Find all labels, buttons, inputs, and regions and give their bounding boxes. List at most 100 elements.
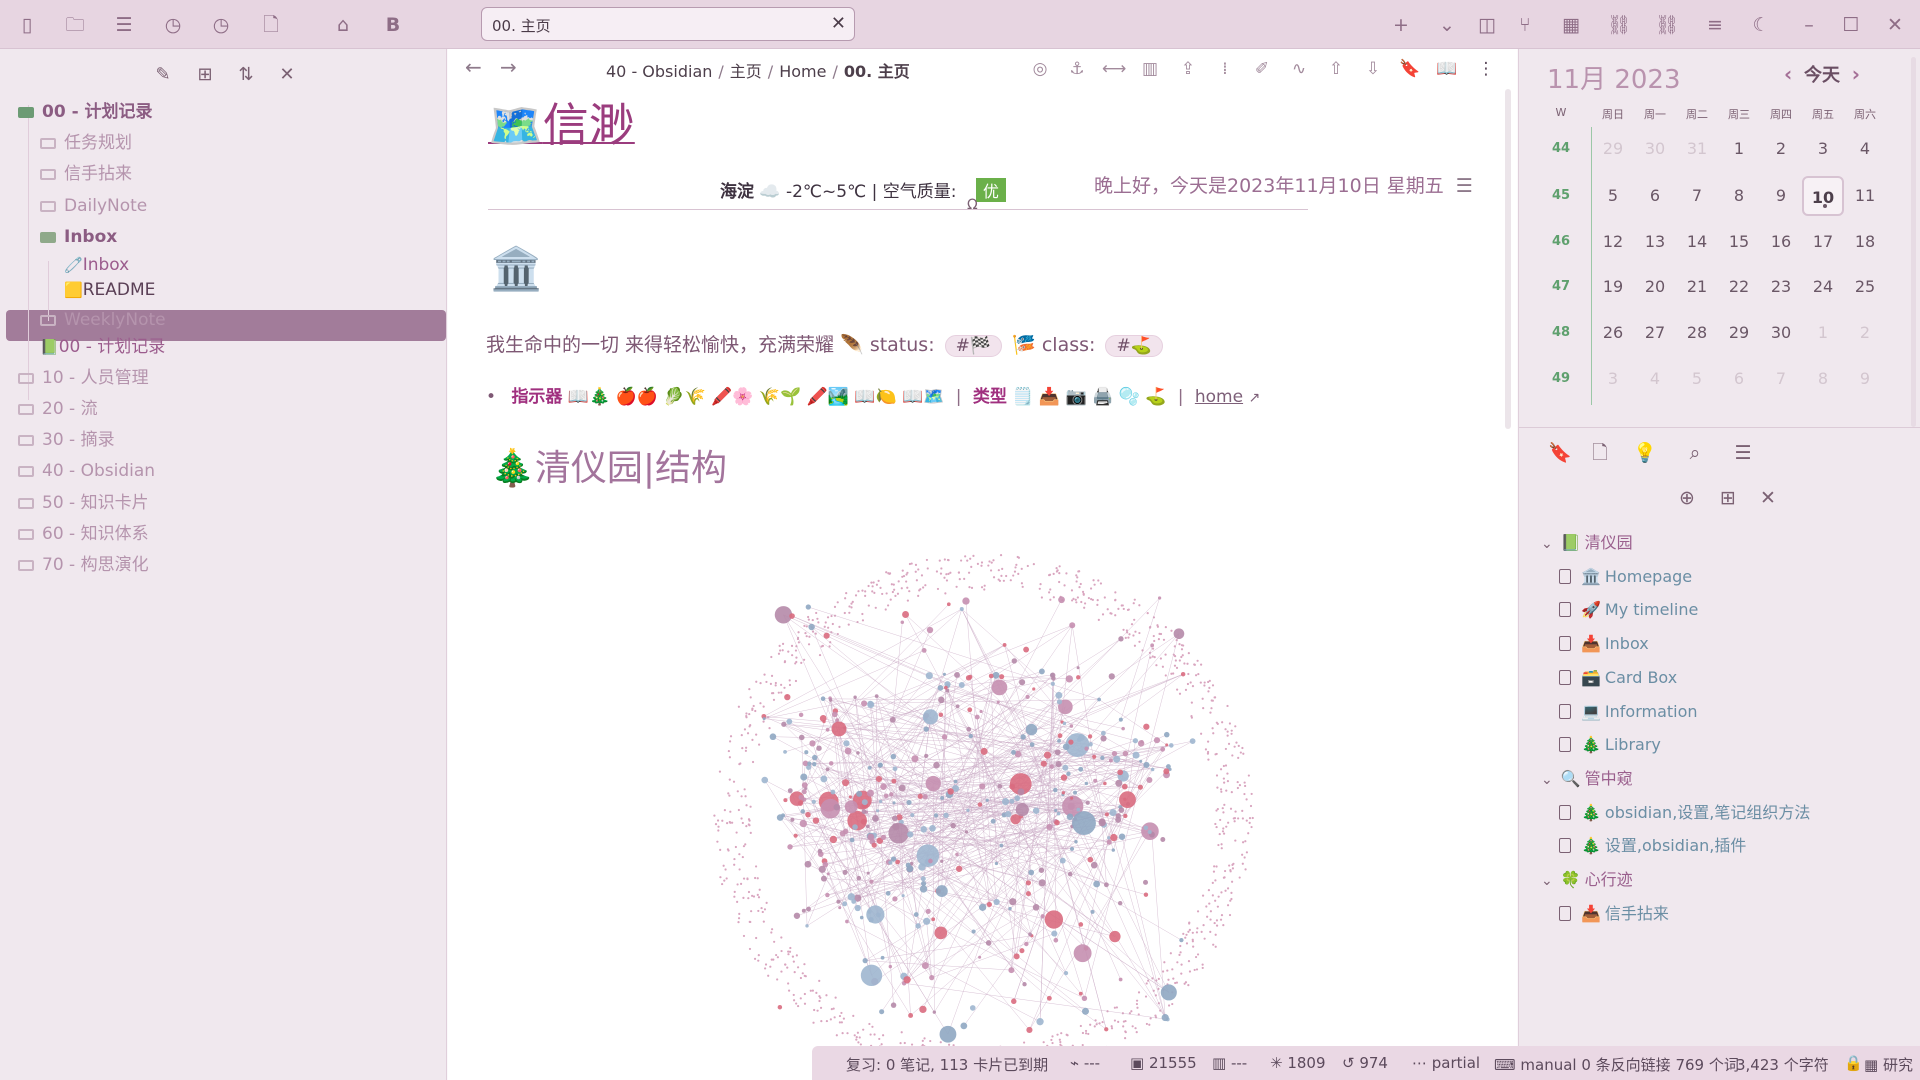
graph-node[interactable] — [1115, 816, 1122, 823]
status-item[interactable]: ↺ 974 — [1342, 1054, 1388, 1072]
breadcrumb-item[interactable]: Home — [779, 62, 826, 81]
graph-node[interactable] — [880, 955, 885, 960]
graph-node[interactable] — [776, 814, 784, 821]
bookmark-item[interactable]: 🎄 设置,obsidian,插件 — [1559, 832, 1746, 860]
graph-node[interactable] — [934, 926, 948, 940]
graph-node[interactable] — [801, 782, 808, 788]
graph-node[interactable] — [851, 899, 857, 904]
graph-node[interactable] — [903, 976, 911, 984]
graph-node[interactable] — [820, 775, 828, 783]
graph-node[interactable] — [1013, 953, 1020, 960]
graph-node[interactable] — [967, 674, 973, 680]
graph-node[interactable] — [842, 869, 848, 875]
folder-icon[interactable]: 🗀 — [62, 12, 88, 38]
calendar-today[interactable]: 10 — [1802, 176, 1844, 216]
moon-icon[interactable]: ☾ — [1748, 12, 1774, 38]
graph-node[interactable] — [1073, 790, 1078, 795]
graph-node[interactable] — [1032, 687, 1036, 691]
graph-node[interactable] — [876, 809, 880, 813]
pen-icon[interactable]: ✐ — [1251, 58, 1273, 80]
graph-node[interactable] — [1108, 758, 1113, 763]
graph-node[interactable] — [1059, 857, 1066, 864]
graph-node[interactable] — [854, 904, 861, 912]
graph-node[interactable] — [1180, 671, 1186, 677]
bookmark-group[interactable]: ⌄ 📗 清仪园 — [1541, 529, 1633, 557]
graph-node[interactable] — [1111, 751, 1118, 757]
graph-node[interactable] — [1143, 892, 1149, 897]
graph-node[interactable] — [993, 898, 1000, 906]
graph-node[interactable] — [853, 695, 857, 699]
calendar-day[interactable]: 3 — [1592, 359, 1634, 399]
graph-node[interactable] — [943, 812, 949, 819]
graph-node[interactable] — [907, 831, 914, 838]
lightbulb-icon[interactable]: 💡 — [1632, 440, 1658, 466]
graph-node[interactable] — [852, 824, 858, 830]
graph-node[interactable] — [1065, 733, 1090, 758]
bold-b-icon[interactable]: B — [380, 12, 406, 38]
calendar-day[interactable]: 16 — [1760, 222, 1802, 262]
maximize-icon[interactable]: ☐ — [1838, 12, 1864, 38]
graph-node[interactable] — [1150, 643, 1155, 648]
graph-node[interactable] — [787, 788, 793, 794]
graph-node[interactable] — [985, 940, 992, 946]
right-sidebar-icon[interactable]: ◫ — [1474, 12, 1500, 38]
calendar-day[interactable]: 12 — [1592, 222, 1634, 262]
graph-node[interactable] — [784, 693, 791, 701]
graph-node[interactable] — [793, 912, 801, 919]
calendar-day[interactable]: 6 — [1718, 359, 1760, 399]
tree-file[interactable]: 📗00 - 计划记录 — [40, 332, 165, 362]
graph-node[interactable] — [1050, 681, 1055, 686]
graph-node[interactable] — [946, 602, 951, 607]
calendar-day[interactable]: 30 — [1760, 313, 1802, 353]
graph-node[interactable] — [789, 613, 795, 619]
graph-node[interactable] — [900, 620, 905, 624]
chevron-left-icon[interactable]: ‹ — [1784, 62, 1792, 86]
outline-icon[interactable]: ☰ — [1456, 175, 1473, 197]
graph-node[interactable] — [924, 753, 929, 758]
graph-node[interactable] — [1057, 733, 1063, 739]
review-status[interactable]: 复习: 0 笔记, 113 卡片已到期 — [846, 1054, 1048, 1075]
graph-node[interactable] — [1117, 769, 1124, 776]
graph-node[interactable] — [978, 955, 982, 959]
graph-node[interactable] — [1157, 596, 1162, 600]
graph-node[interactable] — [906, 799, 912, 806]
graph-node[interactable] — [808, 623, 815, 631]
graph-node[interactable] — [891, 778, 897, 784]
graph-node[interactable] — [1100, 755, 1105, 761]
graph-node[interactable] — [1009, 783, 1016, 790]
file-pin-icon[interactable]: 🗋 — [1587, 440, 1613, 466]
graph-node[interactable] — [1067, 871, 1073, 877]
graph-node[interactable] — [1143, 761, 1150, 768]
graph-node[interactable] — [1051, 930, 1058, 937]
graph-node[interactable] — [859, 915, 864, 920]
graph-node[interactable] — [1132, 738, 1139, 744]
graph-node[interactable] — [1108, 673, 1115, 680]
graph-node[interactable] — [1009, 798, 1015, 804]
graph-node[interactable] — [999, 843, 1004, 848]
graph-node[interactable] — [1066, 813, 1074, 821]
calendar-day[interactable]: 26 — [1592, 313, 1634, 353]
graph-node[interactable] — [833, 803, 840, 811]
graph-node[interactable] — [830, 789, 836, 795]
calendar-day[interactable]: 1 — [1718, 129, 1760, 169]
graph-node[interactable] — [861, 700, 868, 707]
graph-node[interactable] — [928, 858, 933, 864]
graph-node[interactable] — [1015, 803, 1029, 817]
graph-node[interactable] — [991, 679, 1008, 696]
tree-folder[interactable]: 20 - 流 — [18, 394, 98, 424]
graph-node[interactable] — [938, 712, 944, 718]
graph-node[interactable] — [842, 828, 849, 835]
graph-node[interactable] — [1069, 846, 1075, 851]
graph-node[interactable] — [917, 793, 923, 799]
graph-node[interactable] — [869, 879, 874, 884]
graph-node[interactable] — [1084, 781, 1089, 786]
graph-node[interactable] — [905, 862, 911, 868]
graph-node[interactable] — [1055, 761, 1062, 768]
graph-node[interactable] — [940, 859, 944, 863]
graph-node[interactable] — [1036, 1018, 1044, 1026]
bookmark-item[interactable]: 📥 信手拈来 — [1559, 900, 1669, 928]
graph-node[interactable] — [925, 775, 941, 792]
graph-node[interactable] — [805, 924, 809, 928]
graph-node[interactable] — [1165, 743, 1169, 747]
char-count[interactable]: 3,423 个字符 — [1736, 1054, 1829, 1075]
